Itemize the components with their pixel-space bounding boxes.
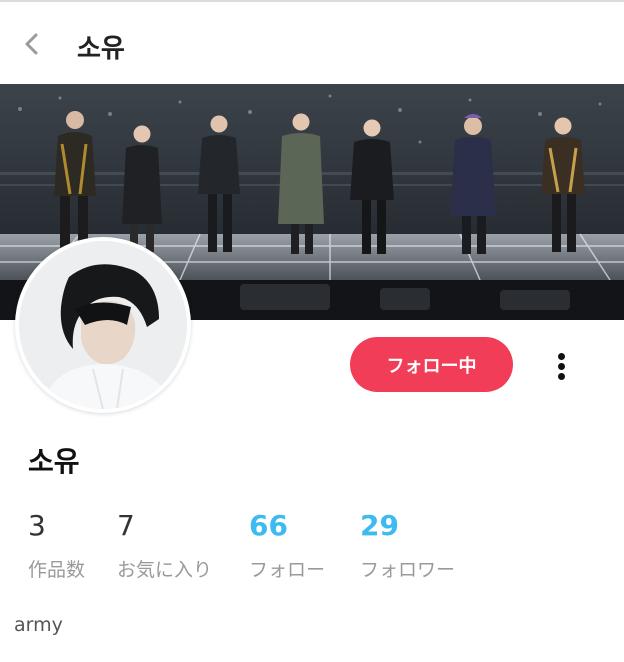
stat-followers-value: 29 xyxy=(360,509,399,542)
stat-favorites[interactable]: 7 お気に入り xyxy=(117,510,212,582)
more-vertical-icon xyxy=(558,353,565,360)
stat-following-label: フォロー xyxy=(249,559,326,581)
back-button[interactable] xyxy=(14,24,50,64)
stat-works-value: 3 xyxy=(28,509,46,542)
profile-name: 소유 xyxy=(28,445,80,478)
more-options-button[interactable] xyxy=(547,348,577,384)
stat-followers[interactable]: 29 フォロワー xyxy=(360,510,455,582)
stat-following[interactable]: 66 フォロー xyxy=(249,510,325,582)
avatar[interactable] xyxy=(15,237,191,413)
profile-bio: army xyxy=(14,614,63,636)
stat-works[interactable]: 3 作品数 xyxy=(28,510,85,582)
more-vertical-icon-dot xyxy=(558,363,565,370)
app-header: 소유 xyxy=(0,2,624,84)
following-button[interactable]: フォロー中 xyxy=(350,337,513,392)
stat-followers-label: フォロワー xyxy=(360,559,456,581)
stat-following-value: 66 xyxy=(249,509,288,542)
chevron-left-icon xyxy=(25,33,38,55)
stat-favorites-label: お気に入り xyxy=(117,559,213,581)
more-vertical-icon-dot xyxy=(558,373,565,380)
stat-favorites-value: 7 xyxy=(117,509,135,542)
stat-works-label: 作品数 xyxy=(28,559,86,581)
avatar-image xyxy=(19,241,187,409)
page-title: 소유 xyxy=(77,34,125,64)
